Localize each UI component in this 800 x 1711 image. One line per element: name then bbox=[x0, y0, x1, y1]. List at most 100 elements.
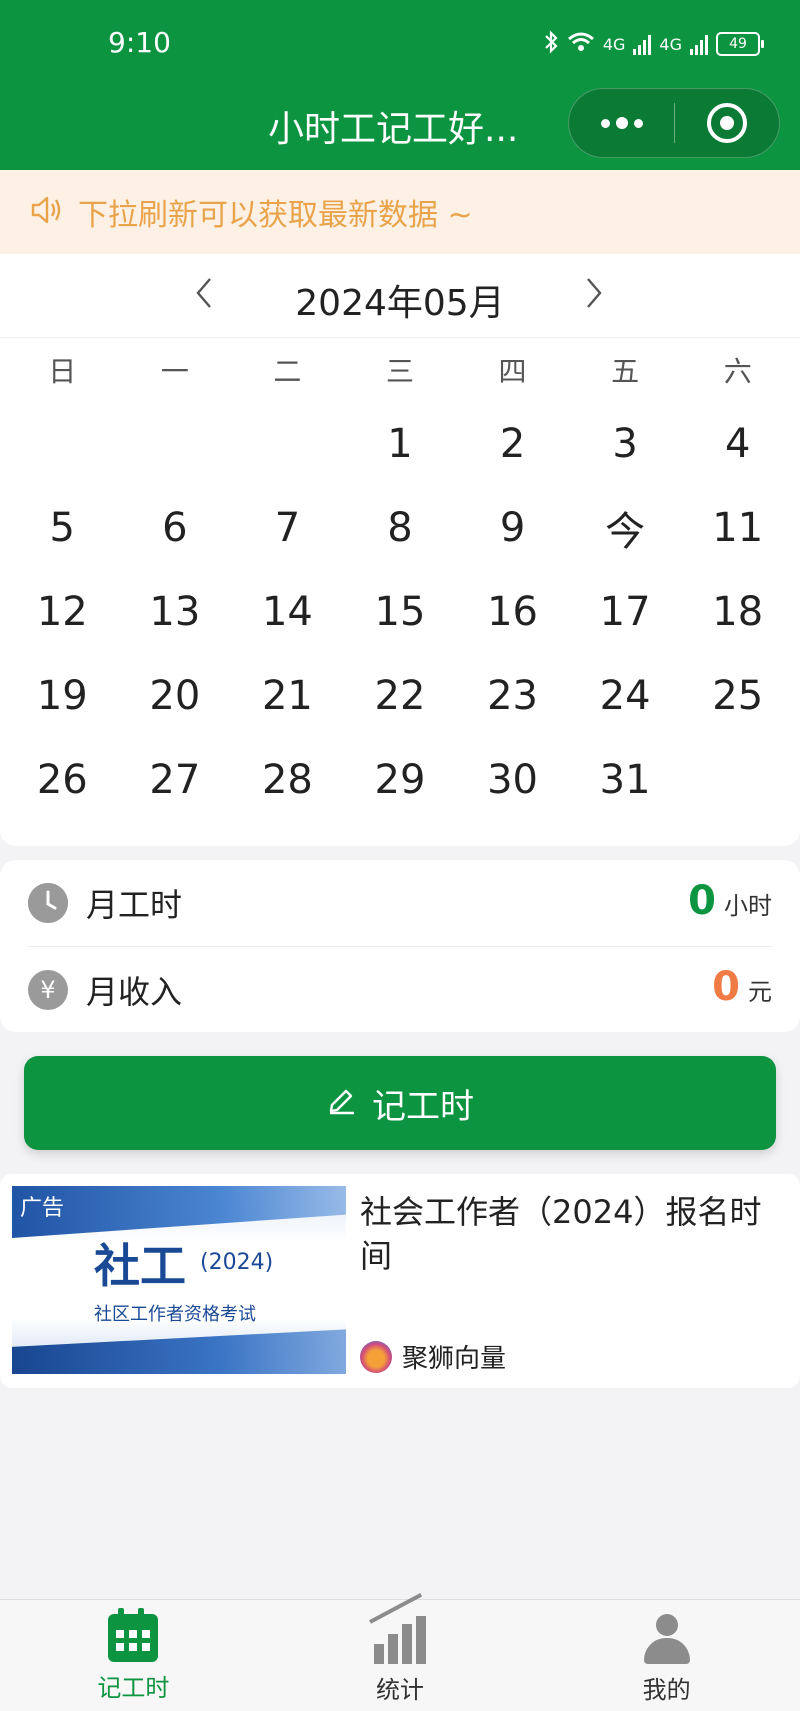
calendar-day[interactable]: 29 bbox=[344, 738, 457, 822]
weekday-label: 五 bbox=[611, 355, 640, 388]
user-icon bbox=[642, 1614, 692, 1664]
record-hours-label: 记工时 bbox=[372, 1086, 474, 1127]
calendar-day[interactable]: 22 bbox=[344, 654, 457, 738]
stat-income-value: 0 bbox=[712, 964, 740, 1010]
calendar-day[interactable]: 1 bbox=[344, 402, 457, 486]
stat-income-value-group: 0 元 bbox=[712, 964, 772, 1010]
calendar-day[interactable]: 28 bbox=[231, 738, 344, 822]
weekday-label: 三 bbox=[385, 355, 414, 388]
calendar-month-title: 2024年05月 bbox=[295, 283, 505, 324]
target-icon bbox=[707, 103, 747, 143]
calendar-day[interactable]: 15 bbox=[344, 570, 457, 654]
calendar-day[interactable]: 5 bbox=[6, 486, 119, 570]
days-grid: 1 2 3 4 5 6 7 8 9 今 11 12 13 14 15 16 17 18 19 20 21 22 23 24 25… bbox=[0, 402, 800, 822]
notice-text: 下拉刷新可以获取最新数据 ~ bbox=[78, 198, 473, 233]
calendar-day[interactable]: 2 bbox=[456, 402, 569, 486]
calendar-day[interactable]: 8 bbox=[344, 486, 457, 570]
calendar-header: 2024年05月 bbox=[0, 254, 800, 338]
calendar: 2024年05月 日 一 二 三 四 五 六 1 2 3 4 5 6 7 8 9 今 11 12 13 1… bbox=[0, 254, 800, 846]
calendar-day[interactable]: 25 bbox=[681, 654, 794, 738]
weekday-row: 日 一 二 三 四 五 六 bbox=[0, 338, 800, 402]
calendar-day[interactable]: 14 bbox=[231, 570, 344, 654]
weekday-label: 四 bbox=[498, 355, 527, 388]
calendar-day[interactable]: 7 bbox=[231, 486, 344, 570]
status-icons: 4G 4G 49 bbox=[543, 30, 764, 58]
tab-bar: 记工时 统计 我的 bbox=[0, 1599, 800, 1711]
ad-image-band-bottom bbox=[12, 1328, 346, 1374]
more-button[interactable] bbox=[569, 89, 674, 157]
ad-image-year: (2024) bbox=[200, 1250, 274, 1275]
ad-image-title: 社工 bbox=[94, 1239, 186, 1293]
ad-card[interactable]: 广告 社工 (2024) 社区工作者资格考试 社会工作者（2024）报名时间 聚… bbox=[0, 1174, 800, 1388]
close-button[interactable] bbox=[675, 89, 779, 157]
signal-icon bbox=[633, 33, 652, 55]
calendar-day[interactable]: 23 bbox=[456, 654, 569, 738]
calendar-icon bbox=[108, 1608, 159, 1662]
notice-bar: 下拉刷新可以获取最新数据 ~ bbox=[0, 170, 800, 254]
calendar-day[interactable]: 27 bbox=[119, 738, 232, 822]
calendar-day[interactable]: 12 bbox=[6, 570, 119, 654]
stat-income-label: 月收入 bbox=[86, 972, 183, 1011]
calendar-day[interactable]: 26 bbox=[6, 738, 119, 822]
network-4g-label: 4G bbox=[602, 34, 626, 54]
ad-tag[interactable]: 广告 bbox=[20, 1190, 64, 1222]
calendar-day[interactable]: 4 bbox=[681, 402, 794, 486]
weekday-label: 一 bbox=[160, 355, 189, 388]
weekday-label: 二 bbox=[273, 355, 302, 388]
wifi-icon bbox=[567, 31, 595, 57]
battery-icon: 49 bbox=[716, 32, 764, 56]
tab-mine-label: 我的 bbox=[642, 1676, 691, 1704]
tab-stats-label: 统计 bbox=[376, 1676, 424, 1704]
calendar-day[interactable]: 31 bbox=[569, 738, 682, 822]
clock-icon bbox=[28, 883, 68, 923]
yen-icon: ¥ bbox=[28, 969, 68, 1010]
tab-record[interactable]: 记工时 bbox=[0, 1600, 267, 1711]
page-title: 小时工记工好... bbox=[268, 109, 519, 150]
ad-title[interactable]: 社会工作者（2024）报名时间 bbox=[360, 1190, 780, 1278]
calendar-day-empty bbox=[681, 738, 794, 822]
ad-image[interactable]: 广告 社工 (2024) 社区工作者资格考试 bbox=[12, 1186, 346, 1374]
next-month-button[interactable] bbox=[574, 276, 614, 319]
calendar-day-empty bbox=[119, 402, 232, 486]
calendar-day[interactable]: 17 bbox=[569, 570, 682, 654]
speaker-icon bbox=[30, 194, 64, 230]
weekday-label: 六 bbox=[723, 355, 752, 388]
calendar-day[interactable]: 13 bbox=[119, 570, 232, 654]
stat-hours-row: 月工时 0 小时 bbox=[28, 860, 772, 946]
stat-income-row: ¥ 月收入 0 元 bbox=[28, 946, 772, 1032]
app-header: 9:10 4G 4G 49 小时工记工好... bbox=[0, 0, 800, 170]
chevron-right-icon bbox=[587, 278, 602, 308]
record-hours-button[interactable]: 记工时 bbox=[24, 1056, 776, 1150]
calendar-day[interactable]: 11 bbox=[681, 486, 794, 570]
bluetooth-icon bbox=[543, 30, 559, 58]
calendar-day[interactable]: 3 bbox=[569, 402, 682, 486]
tab-stats[interactable]: 统计 bbox=[267, 1600, 534, 1711]
ad-source: 聚狮向量 bbox=[360, 1338, 506, 1375]
chart-icon bbox=[374, 1614, 426, 1664]
calendar-day-empty bbox=[6, 402, 119, 486]
calendar-day[interactable]: 19 bbox=[6, 654, 119, 738]
monthly-stats: 月工时 0 小时 ¥ 月收入 0 元 bbox=[0, 860, 800, 1032]
stat-income-unit: 元 bbox=[748, 978, 772, 1006]
network-4g-label-2: 4G bbox=[659, 34, 682, 54]
calendar-day[interactable]: 18 bbox=[681, 570, 794, 654]
tab-mine[interactable]: 我的 bbox=[533, 1600, 800, 1711]
tab-record-label: 记工时 bbox=[97, 1674, 170, 1702]
calendar-day[interactable]: 24 bbox=[569, 654, 682, 738]
status-time: 9:10 bbox=[108, 26, 171, 59]
stat-hours-unit: 小时 bbox=[724, 892, 772, 920]
stat-hours-value: 0 bbox=[688, 878, 716, 924]
signal-icon-2 bbox=[690, 33, 708, 55]
calendar-day[interactable]: 今 bbox=[569, 486, 682, 570]
ad-source-name: 聚狮向量 bbox=[402, 1344, 507, 1374]
calendar-day[interactable]: 20 bbox=[119, 654, 232, 738]
calendar-day[interactable]: 16 bbox=[456, 570, 569, 654]
calendar-day[interactable]: 21 bbox=[231, 654, 344, 738]
calendar-day-empty bbox=[231, 402, 344, 486]
ad-image-subtitle: 社区工作者资格考试 bbox=[94, 1304, 256, 1325]
calendar-day[interactable]: 9 bbox=[456, 486, 569, 570]
stat-hours-value-group: 0 小时 bbox=[688, 878, 772, 924]
calendar-day[interactable]: 30 bbox=[456, 738, 569, 822]
lion-logo-icon bbox=[360, 1340, 392, 1373]
calendar-day[interactable]: 6 bbox=[119, 486, 232, 570]
